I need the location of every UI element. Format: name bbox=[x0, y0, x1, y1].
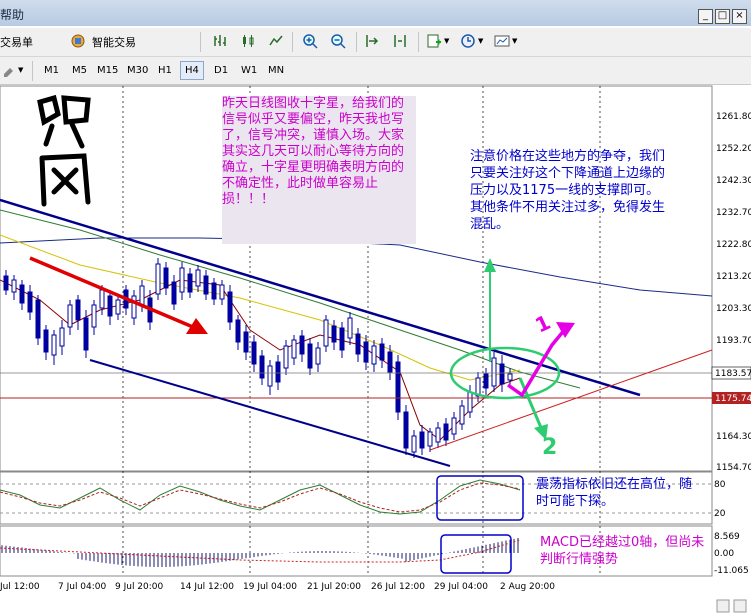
macd-tick: 8.569 bbox=[714, 532, 740, 542]
time-tick: 2 Aug 20:00 bbox=[500, 582, 555, 592]
price-tick: 1222.80 bbox=[716, 240, 751, 250]
main-toolbar: 交易单 智能交易 ▼ ▼ ▼ bbox=[0, 28, 751, 57]
chevron-down-icon[interactable]: ▼ bbox=[512, 37, 517, 45]
timeframe-w1[interactable]: W1 bbox=[237, 62, 261, 79]
oscillator-tick: 80 bbox=[714, 480, 726, 490]
price-tick: 1164.30 bbox=[716, 432, 751, 442]
scroll-left-button[interactable] bbox=[716, 599, 730, 613]
expert-trading-button[interactable]: 智能交易 bbox=[92, 34, 136, 50]
price-tick: 1252.20 bbox=[716, 144, 751, 154]
analysis-note-left: 昨天日线图收十字星，给我们的信号似乎又要偏空，昨天我也写了，信号冲突，谨慎入场。… bbox=[222, 96, 416, 244]
expert-advisor-icon bbox=[71, 34, 85, 48]
chart-shift-icon[interactable] bbox=[392, 33, 408, 49]
time-axis: Jul 12:00 7 Jul 04:00 9 Jul 20:00 14 Jul… bbox=[0, 582, 555, 592]
price-tick: 1193.70 bbox=[716, 336, 751, 346]
bar-chart-icon[interactable] bbox=[212, 33, 228, 49]
new-order-button[interactable]: 交易单 bbox=[0, 34, 33, 50]
macd-tick: -11.065 bbox=[714, 566, 749, 576]
window-title: 帮助 bbox=[0, 8, 25, 22]
toolbar-separator bbox=[200, 32, 201, 52]
price-tick: 1213.20 bbox=[716, 272, 751, 282]
candlestick-chart-icon[interactable] bbox=[240, 33, 256, 49]
oscillator-note: 震荡指标依旧还在高位，随时可能下探。 bbox=[536, 477, 693, 509]
toolbar-separator bbox=[292, 32, 293, 52]
zoom-out-icon[interactable] bbox=[330, 33, 346, 49]
indicators-icon[interactable] bbox=[426, 33, 442, 49]
scroll-right-button[interactable] bbox=[733, 599, 747, 613]
price-tick: 1261.80 bbox=[716, 112, 751, 122]
maximize-button[interactable]: □ bbox=[715, 9, 730, 24]
price-tick: 1154.70 bbox=[716, 463, 751, 473]
auto-scroll-icon[interactable] bbox=[364, 33, 380, 49]
timeframe-m30[interactable]: M30 bbox=[123, 62, 152, 79]
minimize-button[interactable]: _ bbox=[698, 9, 713, 24]
oscillator-tick: 20 bbox=[714, 509, 726, 519]
zoom-in-icon[interactable] bbox=[302, 33, 318, 49]
support-price-label: 1175.74 bbox=[715, 394, 751, 404]
time-tick: 19 Jul 04:00 bbox=[243, 582, 297, 592]
timeframe-d1[interactable]: D1 bbox=[210, 62, 232, 79]
chevron-down-icon[interactable]: ▼ bbox=[478, 37, 483, 45]
timeframe-h4[interactable]: H4 bbox=[180, 61, 204, 80]
time-tick: 21 Jul 20:00 bbox=[307, 582, 361, 592]
timeframe-toolbar: ▼ M1 M5 M15 M30 H1 H4 D1 W1 MN bbox=[0, 57, 751, 85]
time-tick: 29 Jul 04:00 bbox=[434, 582, 488, 592]
title-bar: 帮助 _ □ × bbox=[0, 0, 751, 26]
time-tick: Jul 12:00 bbox=[0, 582, 40, 592]
calligraphy-logo bbox=[37, 94, 91, 207]
time-tick: 7 Jul 04:00 bbox=[58, 582, 107, 592]
clock-icon[interactable] bbox=[460, 33, 476, 49]
macd-note: MACD已经越过0轴，但尚未判断行情强势 bbox=[540, 535, 705, 567]
toolbar-separator bbox=[356, 32, 357, 52]
timeframe-m1[interactable]: M1 bbox=[40, 62, 63, 79]
chevron-down-icon[interactable]: ▼ bbox=[18, 66, 23, 74]
chevron-down-icon[interactable]: ▼ bbox=[444, 37, 449, 45]
template-icon[interactable] bbox=[494, 33, 510, 49]
current-price-label: 1183.57 bbox=[715, 369, 751, 379]
close-button[interactable]: × bbox=[732, 9, 747, 24]
price-tick: 1232.70 bbox=[716, 208, 751, 218]
macd-tick: 0.00 bbox=[714, 549, 734, 559]
line-chart-icon[interactable] bbox=[268, 33, 284, 49]
timeframe-h1[interactable]: H1 bbox=[154, 62, 176, 79]
timeframe-m5[interactable]: M5 bbox=[68, 62, 91, 79]
price-tick: 1203.30 bbox=[716, 304, 751, 314]
analysis-note-right: 注意价格在这些地方的争夺，我们只要关注好这个下降通道上边缘的压力以及1175一线… bbox=[470, 149, 666, 232]
time-tick: 9 Jul 20:00 bbox=[115, 582, 164, 592]
time-tick: 14 Jul 12:00 bbox=[180, 582, 234, 592]
scenario-2-label: 2 bbox=[542, 435, 557, 460]
drawing-tools-icon[interactable] bbox=[2, 62, 18, 78]
price-tick: 1242.30 bbox=[716, 176, 751, 186]
toolbar-separator bbox=[418, 32, 419, 52]
toolbar-separator bbox=[32, 61, 33, 81]
timeframe-m15[interactable]: M15 bbox=[93, 62, 122, 79]
time-tick: 26 Jul 12:00 bbox=[371, 582, 425, 592]
timeframe-mn[interactable]: MN bbox=[264, 62, 288, 79]
